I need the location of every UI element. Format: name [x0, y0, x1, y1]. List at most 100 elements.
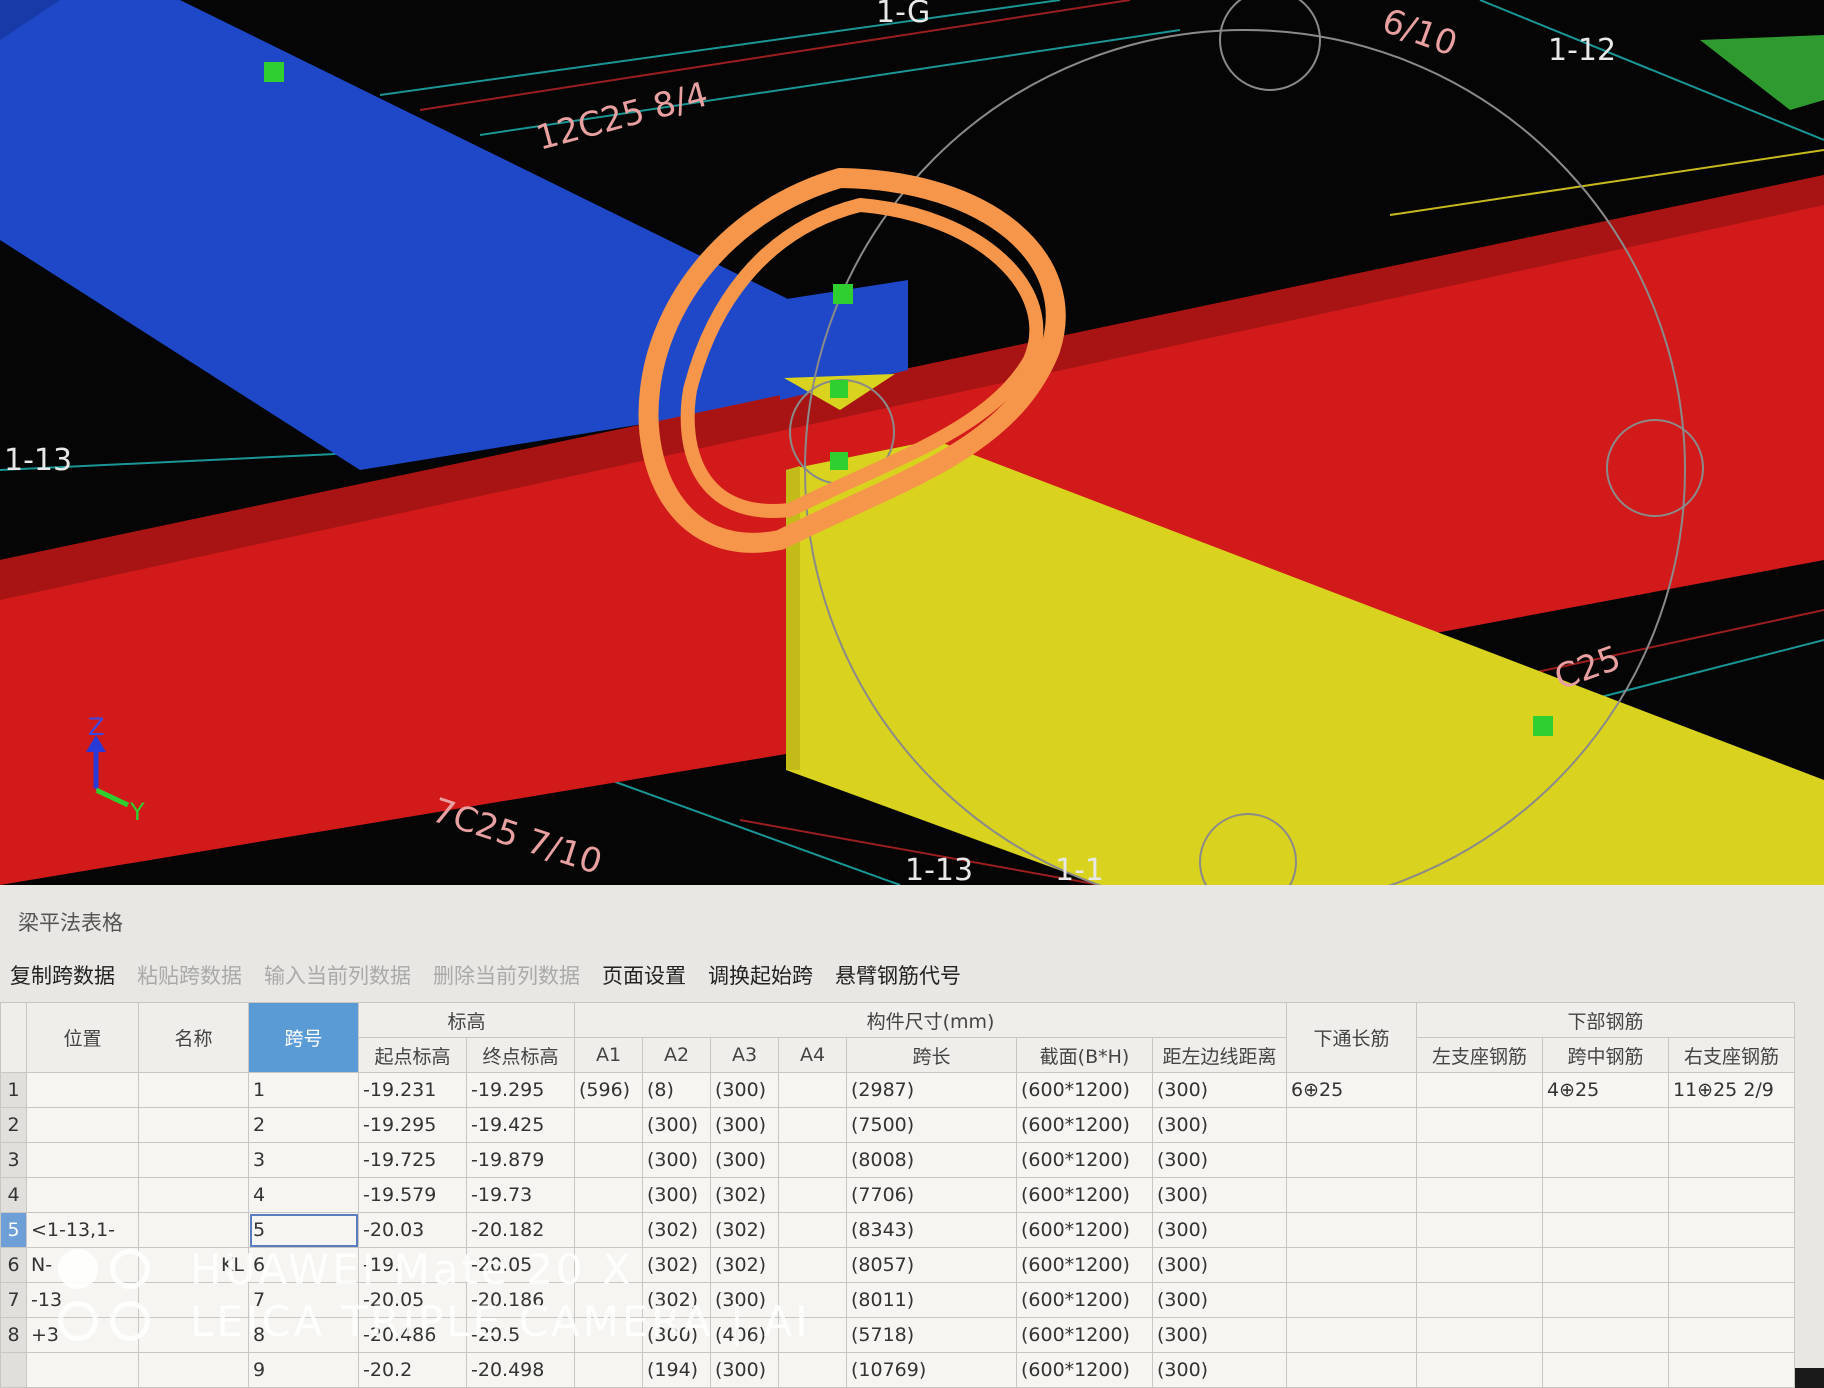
- cantilever-code-button[interactable]: 悬臂钢筋代号: [835, 960, 961, 990]
- header-span-length[interactable]: 跨长: [846, 1037, 1017, 1073]
- cell-sec[interactable]: (600*1200): [1016, 1352, 1153, 1388]
- header-start-elevation[interactable]: 起点标高: [358, 1037, 467, 1073]
- header-a3[interactable]: A3: [710, 1037, 779, 1073]
- cell-start[interactable]: -19.725: [358, 1142, 467, 1178]
- cell-start[interactable]: -19.295: [358, 1107, 467, 1143]
- table-row[interactable]: 2 2 -19.295 -19.425 (300) (300) (7500) (600*120…: [0, 1107, 1795, 1143]
- cell-start[interactable]: -19.579: [358, 1177, 467, 1213]
- input-column-button[interactable]: 输入当前列数据: [264, 960, 411, 990]
- cell-left[interactable]: [1416, 1142, 1543, 1178]
- header-a2[interactable]: A2: [642, 1037, 711, 1073]
- cell-left[interactable]: [1416, 1072, 1543, 1108]
- cell-len[interactable]: (2987): [846, 1072, 1017, 1108]
- cell-len[interactable]: (8343): [846, 1212, 1017, 1248]
- position-cell[interactable]: [26, 1142, 139, 1178]
- row-number[interactable]: 8: [0, 1317, 27, 1353]
- cell-sec[interactable]: (600*1200): [1016, 1212, 1153, 1248]
- copy-span-button[interactable]: 复制跨数据: [10, 960, 115, 990]
- cell-mid[interactable]: [1542, 1352, 1669, 1388]
- grip-handle[interactable]: [830, 380, 848, 398]
- cell-a2[interactable]: (194): [642, 1352, 711, 1388]
- name-cell[interactable]: [138, 1107, 249, 1143]
- cell-a4[interactable]: [778, 1107, 847, 1143]
- name-cell[interactable]: [138, 1142, 249, 1178]
- cell-mid[interactable]: 4⊕25: [1542, 1072, 1669, 1108]
- cell-len[interactable]: (7500): [846, 1107, 1017, 1143]
- cell-end[interactable]: -19.73: [466, 1177, 575, 1213]
- cell-sec[interactable]: (600*1200): [1016, 1282, 1153, 1318]
- cell-through[interactable]: [1286, 1352, 1417, 1388]
- cell-sec[interactable]: (600*1200): [1016, 1177, 1153, 1213]
- header-section[interactable]: 截面(B*H): [1016, 1037, 1153, 1073]
- row-number[interactable]: 2: [0, 1107, 27, 1143]
- grip-handle[interactable]: [1533, 716, 1553, 736]
- cell-dist[interactable]: (300): [1152, 1107, 1287, 1143]
- table-row[interactable]: 4 4 -19.579 -19.73 (300) (302) (7706) (600*1200…: [0, 1177, 1795, 1213]
- cell-right[interactable]: 11⊕25 2/9: [1668, 1072, 1795, 1108]
- span-cell[interactable]: 3: [248, 1142, 359, 1178]
- cell-dist[interactable]: (300): [1152, 1247, 1287, 1283]
- cell-a3[interactable]: (300): [710, 1072, 779, 1108]
- model-canvas[interactable]: 1-G 1-12 1-13 1-13 1-1 12C25 8/4 7C25 7/…: [0, 0, 1824, 885]
- cell-end[interactable]: -19.879: [466, 1142, 575, 1178]
- span-cell[interactable]: 1: [248, 1072, 359, 1108]
- span-cell[interactable]: 4: [248, 1177, 359, 1213]
- header-a4[interactable]: A4: [778, 1037, 847, 1073]
- cell-right[interactable]: [1668, 1142, 1795, 1178]
- cell-a3[interactable]: (300): [710, 1142, 779, 1178]
- cell-sec[interactable]: (600*1200): [1016, 1142, 1153, 1178]
- cell-len[interactable]: (8008): [846, 1142, 1017, 1178]
- cell-through[interactable]: [1286, 1177, 1417, 1213]
- cell-mid[interactable]: [1542, 1247, 1669, 1283]
- position-cell[interactable]: [26, 1177, 139, 1213]
- cell-a2[interactable]: (300): [642, 1107, 711, 1143]
- cell-end[interactable]: -19.295: [466, 1072, 575, 1108]
- cell-a2[interactable]: (8): [642, 1072, 711, 1108]
- header-dist-left[interactable]: 距左边线距离: [1152, 1037, 1287, 1073]
- cell-mid[interactable]: [1542, 1107, 1669, 1143]
- row-number[interactable]: 3: [0, 1142, 27, 1178]
- cell-sec[interactable]: (600*1200): [1016, 1317, 1153, 1353]
- cell-len[interactable]: (8011): [846, 1282, 1017, 1318]
- 3d-viewport[interactable]: 1-G 1-12 1-13 1-13 1-1 12C25 8/4 7C25 7/…: [0, 0, 1824, 885]
- header-position[interactable]: 位置: [26, 1002, 139, 1073]
- cell-right[interactable]: [1668, 1247, 1795, 1283]
- cell-len[interactable]: (7706): [846, 1177, 1017, 1213]
- cell-a3[interactable]: (300): [710, 1352, 779, 1388]
- cell-through[interactable]: 6⊕25: [1286, 1072, 1417, 1108]
- cell-a3[interactable]: (302): [710, 1177, 779, 1213]
- name-cell[interactable]: [138, 1177, 249, 1213]
- swap-start-span-button[interactable]: 调换起始跨: [708, 960, 813, 990]
- header-right-support[interactable]: 右支座钢筋: [1668, 1037, 1795, 1073]
- cell-through[interactable]: [1286, 1212, 1417, 1248]
- cell-sec[interactable]: (600*1200): [1016, 1107, 1153, 1143]
- grip-handle[interactable]: [264, 62, 284, 82]
- cell-through[interactable]: [1286, 1317, 1417, 1353]
- position-cell[interactable]: [26, 1107, 139, 1143]
- header-a1[interactable]: A1: [574, 1037, 643, 1073]
- cell-right[interactable]: [1668, 1282, 1795, 1318]
- cell-left[interactable]: [1416, 1177, 1543, 1213]
- delete-column-button[interactable]: 删除当前列数据: [433, 960, 580, 990]
- header-bottom-through[interactable]: 下通长筋: [1286, 1002, 1417, 1073]
- table-row[interactable]: 3 3 -19.725 -19.879 (300) (300) (8008) (600*120…: [0, 1142, 1795, 1178]
- cell-through[interactable]: [1286, 1107, 1417, 1143]
- cell-right[interactable]: [1668, 1212, 1795, 1248]
- cell-dist[interactable]: (300): [1152, 1282, 1287, 1318]
- cell-len[interactable]: (5718): [846, 1317, 1017, 1353]
- cell-left[interactable]: [1416, 1317, 1543, 1353]
- cell-left[interactable]: [1416, 1352, 1543, 1388]
- cell-a1[interactable]: [574, 1352, 643, 1388]
- cell-right[interactable]: [1668, 1352, 1795, 1388]
- cell-a1[interactable]: [574, 1107, 643, 1143]
- cell-a4[interactable]: [778, 1177, 847, 1213]
- grip-handle[interactable]: [830, 452, 848, 470]
- cell-mid[interactable]: [1542, 1212, 1669, 1248]
- page-setup-button[interactable]: 页面设置: [602, 960, 686, 990]
- cell-through[interactable]: [1286, 1247, 1417, 1283]
- cell-start[interactable]: -19.231: [358, 1072, 467, 1108]
- cell-left[interactable]: [1416, 1212, 1543, 1248]
- header-left-support[interactable]: 左支座钢筋: [1416, 1037, 1543, 1073]
- cell-mid[interactable]: [1542, 1142, 1669, 1178]
- cell-a1[interactable]: [574, 1177, 643, 1213]
